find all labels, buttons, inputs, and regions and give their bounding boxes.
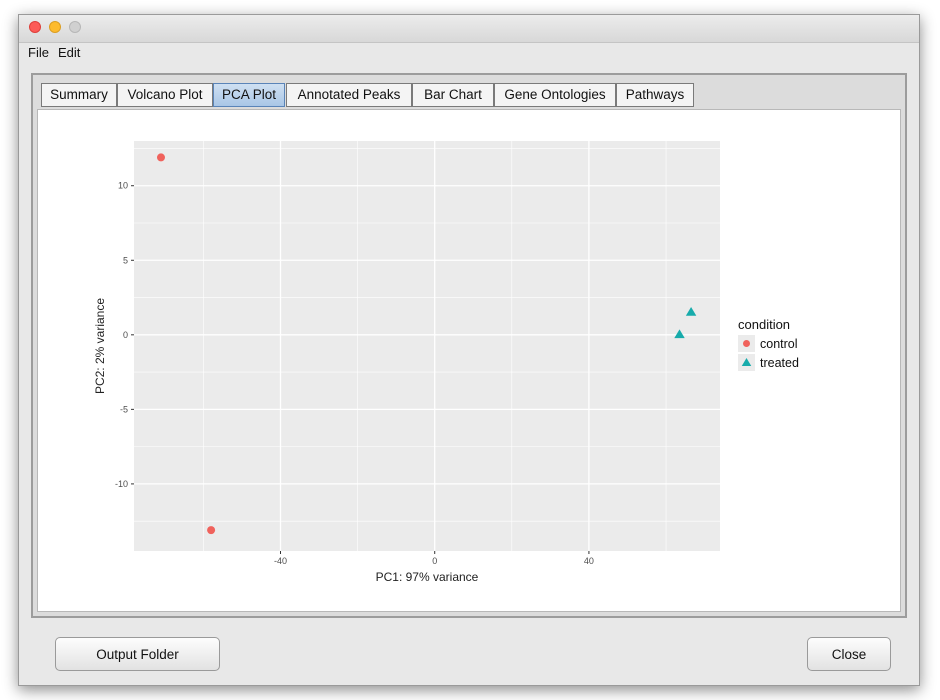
tab-summary[interactable]: Summary	[41, 83, 117, 107]
tab-pathways[interactable]: Pathways	[616, 83, 694, 107]
close-window-icon[interactable]	[29, 21, 41, 33]
zoom-window-icon[interactable]	[69, 21, 81, 33]
legend-label-treated: treated	[760, 356, 799, 370]
legend: condition control treated	[738, 317, 799, 371]
pca-plot: -40 0 40 -10 -5 0 5 10 PC1: 97% variance PC2: 2…	[93, 141, 799, 584]
tab-gene-ontologies[interactable]: Gene Ontologies	[494, 83, 616, 107]
tab-annotated-peaks[interactable]: Annotated Peaks	[286, 83, 412, 107]
tab-container: Summary Volcano Plot PCA Plot Annotated …	[31, 73, 907, 618]
y-tick-label: 10	[118, 181, 128, 191]
menu-edit[interactable]: Edit	[58, 45, 80, 60]
x-tick-label: 0	[432, 556, 437, 566]
menu-file[interactable]: File	[28, 45, 49, 60]
plot-background	[134, 141, 720, 551]
x-tick-label: -40	[274, 556, 287, 566]
y-tick-label: 0	[123, 330, 128, 340]
x-axis-label: PC1: 97% variance	[376, 570, 479, 584]
x-tick-label: 40	[584, 556, 594, 566]
minimize-window-icon[interactable]	[49, 21, 61, 33]
tab-bar-chart[interactable]: Bar Chart	[412, 83, 494, 107]
output-folder-button[interactable]: Output Folder	[55, 637, 220, 671]
title-bar	[19, 15, 919, 43]
legend-marker-control	[743, 340, 750, 347]
point-control	[207, 526, 216, 535]
y-tick-label: 5	[123, 255, 128, 265]
tab-volcano-plot[interactable]: Volcano Plot	[117, 83, 213, 107]
tab-pca-plot[interactable]: PCA Plot	[213, 83, 285, 107]
legend-label-control: control	[760, 337, 798, 351]
menu-bar: File Edit	[19, 43, 919, 63]
point-control	[156, 153, 165, 162]
y-axis-label: PC2: 2% variance	[93, 298, 107, 394]
pca-plot-panel: -40 0 40 -10 -5 0 5 10 PC1: 97% variance PC2: 2…	[37, 109, 901, 612]
y-tick-label: -5	[120, 404, 128, 414]
legend-title: condition	[738, 317, 790, 332]
y-tick-label: -10	[115, 479, 128, 489]
close-button[interactable]: Close	[807, 637, 891, 671]
app-window: File Edit Summary Volcano Plot PCA Plot …	[18, 14, 920, 686]
